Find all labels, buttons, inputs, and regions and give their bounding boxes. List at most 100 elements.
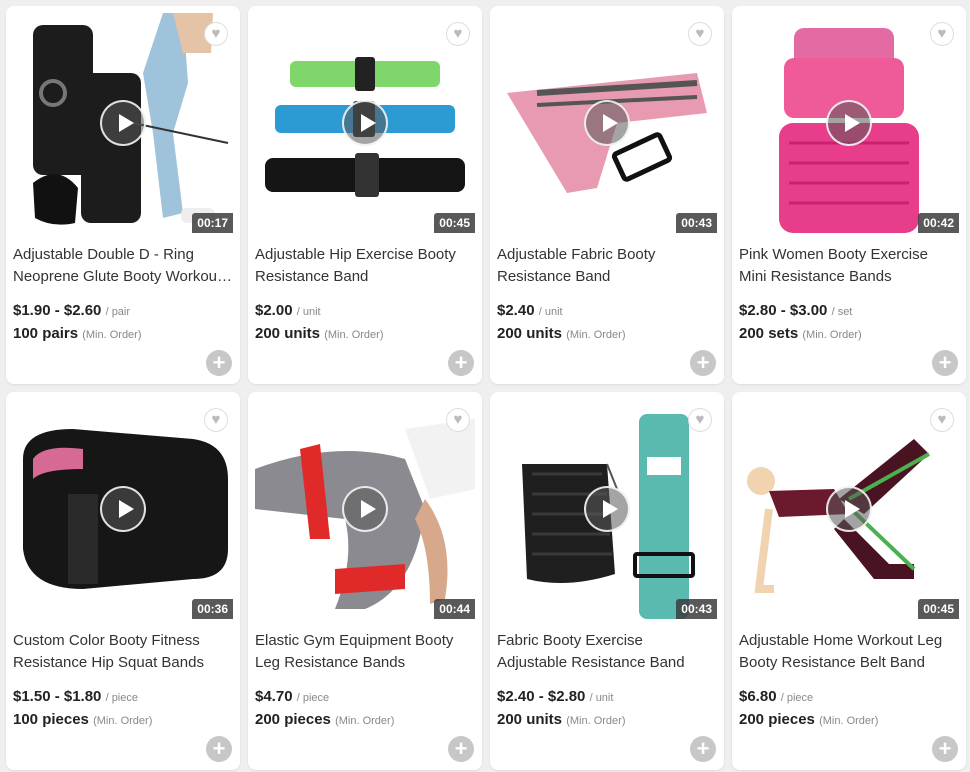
- product-price: $2.40 / unit: [497, 302, 563, 319]
- product-media[interactable]: 00:43: [497, 13, 717, 233]
- heart-icon[interactable]: ♥: [930, 408, 954, 432]
- title-line: Resistance Hip Squat Bands: [13, 654, 204, 671]
- product-media[interactable]: 00:36: [13, 399, 233, 619]
- price-value: $2.00: [255, 302, 293, 319]
- moq-value: 200 units: [255, 325, 321, 342]
- product-price: $4.70 / piece: [255, 688, 329, 705]
- title-line: Adjustable Hip Exercise Booty: [255, 246, 456, 263]
- title-line: Resistance Band: [255, 268, 369, 285]
- product-card[interactable]: 00:45 ♥ Adjustable Home Workout Leg Boot…: [732, 392, 966, 770]
- product-title[interactable]: Adjustable Home Workout Leg Booty Resist…: [739, 630, 961, 674]
- moq-value: 100 pairs: [13, 325, 79, 342]
- heart-icon[interactable]: ♥: [688, 408, 712, 432]
- product-price: $1.50 - $1.80 / piece: [13, 688, 138, 705]
- heart-icon[interactable]: ♥: [446, 408, 470, 432]
- plus-icon[interactable]: +: [206, 350, 232, 376]
- play-icon[interactable]: [100, 100, 146, 146]
- moq-value: 200 units: [497, 325, 563, 342]
- video-duration: 00:42: [918, 213, 959, 233]
- heart-icon[interactable]: ♥: [446, 22, 470, 46]
- product-media[interactable]: 00:44: [255, 399, 475, 619]
- moq-note: (Min. Order): [566, 715, 626, 727]
- price-value: $1.50 - $1.80: [13, 688, 102, 705]
- product-title[interactable]: Adjustable Hip Exercise Booty Resistance…: [255, 244, 477, 288]
- price-unit: / unit: [538, 306, 563, 318]
- plus-icon[interactable]: +: [690, 350, 716, 376]
- video-duration: 00:44: [434, 599, 475, 619]
- title-line: Leg Resistance Bands: [255, 654, 406, 671]
- heart-icon[interactable]: ♥: [204, 22, 228, 46]
- heart-icon[interactable]: ♥: [930, 22, 954, 46]
- play-icon[interactable]: [100, 486, 146, 532]
- video-duration: 00:17: [192, 213, 233, 233]
- title-line: Mini Resistance Bands: [739, 268, 892, 285]
- min-order: 200 pieces (Min. Order): [739, 711, 878, 728]
- product-media[interactable]: 00:45: [255, 13, 475, 233]
- heart-icon[interactable]: ♥: [688, 22, 712, 46]
- price-value: $1.90 - $2.60: [13, 302, 102, 319]
- plus-icon[interactable]: +: [448, 350, 474, 376]
- play-icon[interactable]: [584, 486, 630, 532]
- heart-icon[interactable]: ♥: [204, 408, 228, 432]
- play-icon[interactable]: [584, 100, 630, 146]
- min-order: 100 pairs (Min. Order): [13, 325, 142, 342]
- product-title[interactable]: Adjustable Fabric Booty Resistance Band: [497, 244, 719, 288]
- plus-icon[interactable]: +: [206, 736, 232, 762]
- moq-note: (Min. Order): [335, 715, 395, 727]
- play-icon[interactable]: [826, 486, 872, 532]
- price-unit: / unit: [296, 306, 321, 318]
- moq-note: (Min. Order): [802, 329, 862, 341]
- product-card[interactable]: 00:43 ♥ Fabric Booty Exercise Adjustable…: [490, 392, 724, 770]
- moq-note: (Min. Order): [819, 715, 879, 727]
- title-line: Adjustable Double D - Ring: [13, 246, 194, 263]
- moq-note: (Min. Order): [324, 329, 384, 341]
- price-value: $2.80 - $3.00: [739, 302, 828, 319]
- min-order: 200 units (Min. Order): [497, 325, 625, 342]
- moq-value: 100 pieces: [13, 711, 89, 728]
- moq-value: 200 sets: [739, 325, 799, 342]
- plus-icon[interactable]: +: [690, 736, 716, 762]
- product-media[interactable]: 00:42: [739, 13, 959, 233]
- video-duration: 00:45: [918, 599, 959, 619]
- play-icon[interactable]: [826, 100, 872, 146]
- product-title[interactable]: Adjustable Double D - Ring Neoprene Glut…: [13, 244, 235, 288]
- price-value: $2.40: [497, 302, 535, 319]
- product-card[interactable]: 00:42 ♥ Pink Women Booty Exercise Mini R…: [732, 6, 966, 384]
- product-title[interactable]: Elastic Gym Equipment Booty Leg Resistan…: [255, 630, 477, 674]
- price-unit: / unit: [589, 692, 614, 704]
- product-title[interactable]: Custom Color Booty Fitness Resistance Hi…: [13, 630, 235, 674]
- title-line: Pink Women Booty Exercise: [739, 246, 928, 263]
- moq-value: 200 pieces: [739, 711, 815, 728]
- product-card[interactable]: 00:43 ♥ Adjustable Fabric Booty Resistan…: [490, 6, 724, 384]
- price-value: $4.70: [255, 688, 293, 705]
- plus-icon[interactable]: +: [448, 736, 474, 762]
- plus-icon[interactable]: +: [932, 350, 958, 376]
- product-card[interactable]: 00:17 ♥ Adjustable Double D - Ring Neopr…: [6, 6, 240, 384]
- price-unit: / set: [831, 306, 853, 318]
- product-media[interactable]: 00:43: [497, 399, 717, 619]
- product-title[interactable]: Fabric Booty Exercise Adjustable Resista…: [497, 630, 719, 674]
- video-duration: 00:43: [676, 213, 717, 233]
- product-card[interactable]: 00:36 ♥ Custom Color Booty Fitness Resis…: [6, 392, 240, 770]
- product-price: $2.40 - $2.80 / unit: [497, 688, 613, 705]
- product-card[interactable]: 00:45 ♥ Adjustable Hip Exercise Booty Re…: [248, 6, 482, 384]
- price-unit: / pair: [105, 306, 131, 318]
- price-unit: / piece: [105, 692, 138, 704]
- plus-icon[interactable]: +: [932, 736, 958, 762]
- product-card[interactable]: 00:44 ♥ Elastic Gym Equipment Booty Leg …: [248, 392, 482, 770]
- product-media[interactable]: 00:17: [13, 13, 233, 233]
- min-order: 100 pieces (Min. Order): [13, 711, 152, 728]
- play-icon[interactable]: [342, 100, 388, 146]
- title-line: Adjustable Resistance Band: [497, 654, 685, 671]
- moq-value: 200 units: [497, 711, 563, 728]
- moq-note: (Min. Order): [93, 715, 153, 727]
- play-icon[interactable]: [342, 486, 388, 532]
- product-grid: 00:17 ♥ Adjustable Double D - Ring Neopr…: [0, 0, 970, 772]
- title-line: Elastic Gym Equipment Booty: [255, 632, 454, 649]
- moq-value: 200 pieces: [255, 711, 331, 728]
- moq-note: (Min. Order): [82, 329, 142, 341]
- product-media[interactable]: 00:45: [739, 399, 959, 619]
- title-line: Booty Resistance Belt Band: [739, 654, 925, 671]
- product-title[interactable]: Pink Women Booty Exercise Mini Resistanc…: [739, 244, 961, 288]
- title-line: Custom Color Booty Fitness: [13, 632, 200, 649]
